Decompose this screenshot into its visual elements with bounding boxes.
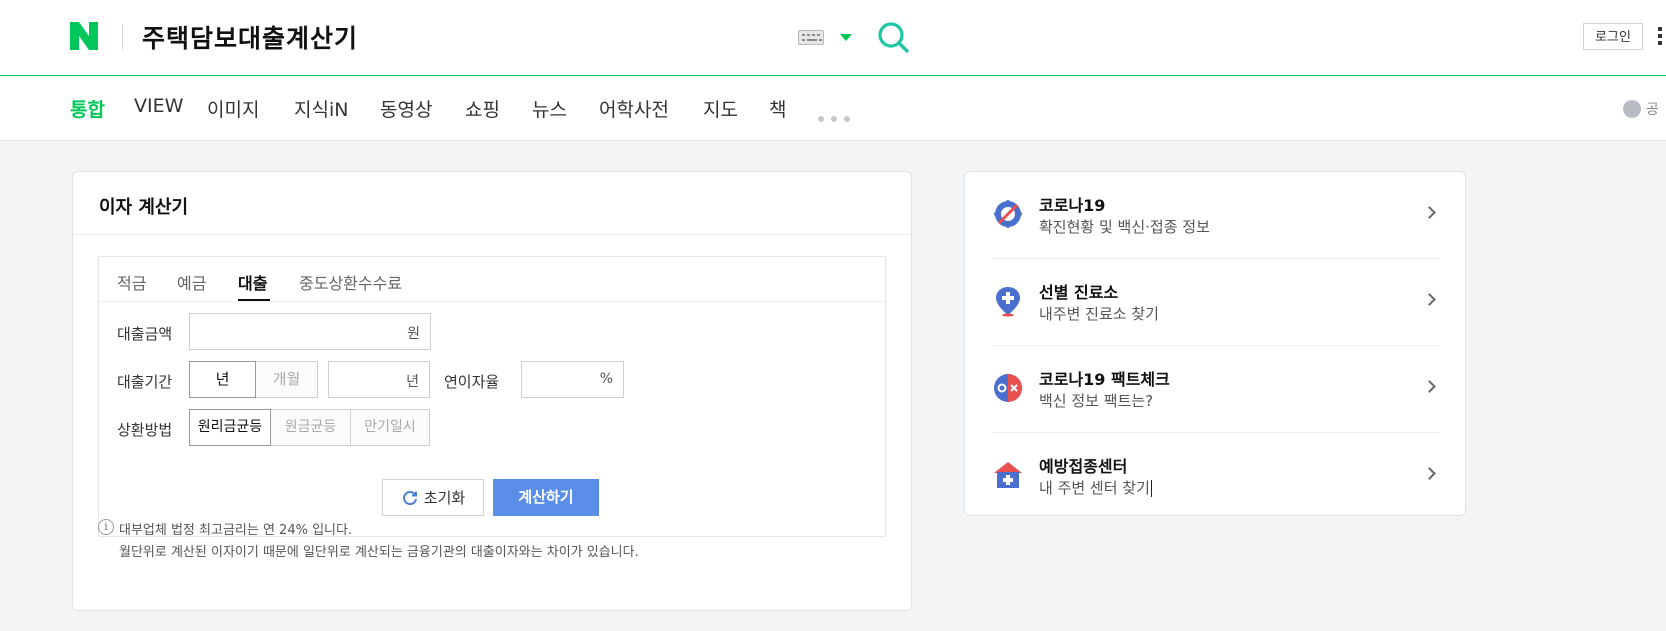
chevron-right-icon <box>1423 206 1436 219</box>
term-unit-year-button[interactable]: 년 <box>189 361 256 398</box>
covid-item-title: 코로나19 <box>1039 196 1106 215</box>
covid-item-subtitle: 내주변 진료소 찾기 <box>1039 305 1159 323</box>
covid-item-factcheck[interactable]: 코로나19 팩트체크 백신 정보 팩트는? <box>992 346 1440 432</box>
covid-item-subtitle: 확진현황 및 백신·접종 정보 <box>1039 218 1210 236</box>
loan-term-field[interactable]: 년 <box>328 361 430 398</box>
search-tabs-nav: 통합 VIEW 이미지 지식iN 동영상 쇼핑 뉴스 어학사전 지도 책 <box>0 77 1666 141</box>
share-icon[interactable] <box>1623 100 1641 118</box>
reset-label: 초기화 <box>423 489 466 507</box>
naver-logo[interactable] <box>70 22 98 50</box>
tab-loan[interactable]: 대출 <box>238 270 267 294</box>
loan-term-label: 대출기간 <box>117 373 173 391</box>
calculator-form: 적금 예금 대출 중도상환수수료 대출금액 원 대출기간 년 개월 년 연이자율… <box>98 256 886 537</box>
clinic-pin-icon <box>996 287 1020 317</box>
repayment-equal-installment-button[interactable]: 원리금균등 <box>189 409 271 446</box>
covid-item-status[interactable]: 코로나19 확진현황 및 백신·접종 정보 <box>992 172 1440 258</box>
info-icon: i <box>98 519 114 535</box>
search-query[interactable]: 주택담보대출계산기 <box>142 19 358 55</box>
calculator-title: 이자 계산기 <box>99 197 189 218</box>
share-label[interactable]: 공 <box>1646 99 1659 119</box>
note-line-2: 월단위로 계산된 이자이기 때문에 일단위로 계산되는 금융기관의 대출이자와는… <box>119 545 639 560</box>
reset-button[interactable]: 초기화 <box>382 479 484 516</box>
divider <box>73 234 911 235</box>
more-menu-icon[interactable] <box>1658 27 1662 47</box>
covid-item-vaccination-center[interactable]: 예방접종센터 내 주변 센터 찾기 <box>992 433 1440 519</box>
tab-news[interactable]: 뉴스 <box>532 95 567 122</box>
chevron-right-icon <box>1423 467 1436 480</box>
covid-item-clinic[interactable]: 선별 진료소 내주변 진료소 찾기 <box>992 259 1440 345</box>
covid-info-card: 코로나19 확진현황 및 백신·접종 정보 선별 진료소 내주변 진료소 찾기 … <box>964 171 1466 516</box>
keyboard-icon[interactable] <box>798 30 824 45</box>
tab-map[interactable]: 지도 <box>703 95 738 122</box>
more-tabs-icon[interactable] <box>818 107 857 126</box>
tab-integrated[interactable]: 통합 <box>70 95 105 122</box>
interest-rate-label: 연이자율 <box>444 373 500 391</box>
search-header: 주택담보대출계산기 로그인 <box>0 0 1666 76</box>
note-line-1: 대부업체 법정 최고금리는 연 24% 입니다. <box>119 523 353 538</box>
tab-kin[interactable]: 지식iN <box>294 95 348 122</box>
interest-rate-unit: % <box>599 371 613 387</box>
loan-amount-input[interactable] <box>190 314 430 349</box>
covid-item-title: 코로나19 팩트체크 <box>1039 370 1170 389</box>
loan-term-unit: 년 <box>406 374 419 390</box>
covid-item-subtitle: 백신 정보 팩트는? <box>1039 392 1154 410</box>
tab-shopping[interactable]: 쇼핑 <box>465 95 500 122</box>
virus-icon <box>994 200 1022 228</box>
ox-icon <box>994 374 1022 402</box>
vaccination-center-icon <box>994 462 1022 488</box>
covid-item-title: 예방접종센터 <box>1039 457 1128 476</box>
chevron-right-icon <box>1423 380 1436 393</box>
repayment-method-label: 상환방법 <box>117 421 173 439</box>
term-unit-month-button[interactable]: 개월 <box>255 361 318 398</box>
interest-calculator-card: 이자 계산기 적금 예금 대출 중도상환수수료 대출금액 원 대출기간 년 개월… <box>72 171 912 611</box>
text-cursor <box>1150 480 1152 497</box>
chevron-down-icon[interactable] <box>840 34 852 41</box>
tab-prepayment-fee[interactable]: 중도상환수수료 <box>299 270 402 294</box>
login-button[interactable]: 로그인 <box>1583 23 1643 50</box>
tab-book[interactable]: 책 <box>769 95 786 122</box>
tab-view[interactable]: VIEW <box>134 95 183 117</box>
tab-dictionary[interactable]: 어학사전 <box>599 95 669 122</box>
repayment-bullet-button[interactable]: 만기일시 <box>350 409 430 446</box>
interest-rate-field[interactable]: % <box>521 361 624 398</box>
covid-item-title: 선별 진료소 <box>1039 283 1119 302</box>
tab-video[interactable]: 동영상 <box>380 95 432 122</box>
tab-savings[interactable]: 적금 <box>117 270 146 294</box>
loan-amount-unit: 원 <box>407 326 420 342</box>
tab-deposit[interactable]: 예금 <box>177 270 206 294</box>
repayment-equal-principal-button[interactable]: 원금균등 <box>270 409 351 446</box>
chevron-right-icon <box>1423 293 1436 306</box>
refresh-icon <box>402 490 417 505</box>
calculate-button[interactable]: 계산하기 <box>493 479 599 516</box>
covid-item-subtitle: 내 주변 센터 찾기 <box>1039 477 1152 498</box>
search-icon[interactable] <box>876 20 910 54</box>
tab-image[interactable]: 이미지 <box>207 95 259 122</box>
loan-amount-field[interactable]: 원 <box>189 313 431 350</box>
covid-item-subtitle-text: 내 주변 센터 찾기 <box>1039 479 1150 497</box>
divider <box>99 301 885 302</box>
loan-amount-label: 대출금액 <box>117 325 173 343</box>
logo-divider <box>122 24 123 50</box>
